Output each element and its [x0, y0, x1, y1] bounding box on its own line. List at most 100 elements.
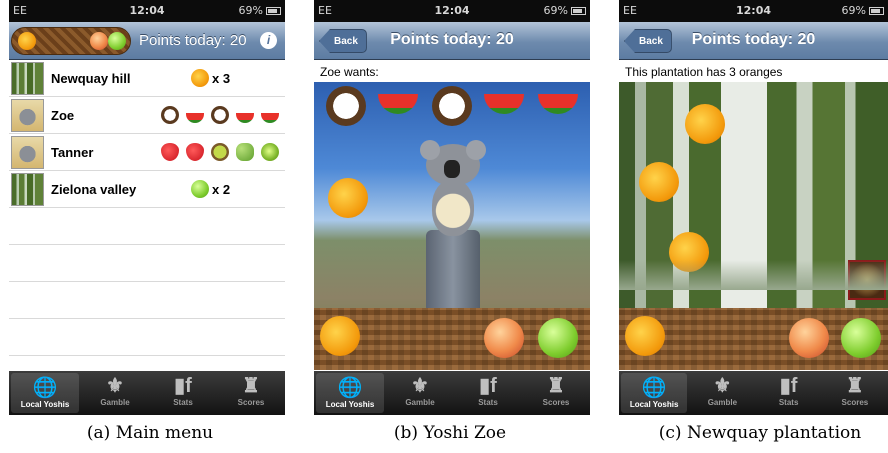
list-item[interactable]: Zoe	[9, 97, 285, 134]
fruit-count: x 3	[191, 69, 230, 87]
plantation-thumbnail	[11, 62, 44, 95]
owl-picture[interactable]	[848, 260, 886, 300]
koala-thumbnail	[11, 99, 44, 132]
caption-b: (b) Yoshi Zoe	[393, 423, 507, 443]
apple-icon[interactable]	[538, 318, 578, 358]
trophy-icon: ♜	[242, 375, 260, 397]
plantation-scene	[619, 82, 888, 370]
plantation-thumbnail	[11, 173, 44, 206]
list-item[interactable]: Tanner	[9, 134, 285, 171]
nav-bar: Points today: 20 i	[9, 22, 285, 60]
strawberry-icon	[161, 143, 179, 161]
battery-indicator: 69%	[544, 4, 586, 17]
tab-local-yoshis[interactable]: 🌐 Local Yoshis	[316, 373, 384, 413]
tab-local-yoshis[interactable]: 🌐 Local Yoshis	[11, 373, 79, 413]
wanted-fruits	[161, 143, 279, 161]
tab-gamble[interactable]: ⚜ Gamble	[81, 371, 149, 415]
battery-icon	[266, 6, 281, 15]
coconut-icon	[161, 106, 179, 124]
empty-row	[9, 245, 285, 282]
orange-icon[interactable]	[669, 232, 709, 272]
orange-icon[interactable]	[625, 316, 665, 356]
points-title: Points today: 20	[390, 31, 514, 48]
coconut-icon	[326, 86, 366, 126]
tab-scores[interactable]: ♜ Scores	[822, 371, 888, 415]
empty-row	[9, 208, 285, 245]
wanted-fruits	[161, 106, 279, 124]
orange-icon[interactable]	[639, 162, 679, 202]
fleur-de-lis-icon: ⚜	[411, 375, 429, 397]
orange-icon	[18, 32, 36, 50]
apple-icon[interactable]	[841, 318, 881, 358]
plantation-label: This plantation has 3 oranges	[625, 65, 783, 79]
nav-bar: Back Points today: 20	[619, 22, 888, 60]
melon-icon	[186, 113, 204, 123]
fruit-count: x 2	[191, 180, 230, 198]
tab-gamble[interactable]: ⚜ Gamble	[386, 371, 454, 415]
orange-icon[interactable]	[320, 316, 360, 356]
fruit-basket-icon	[11, 27, 131, 55]
fleur-de-lis-icon: ⚜	[713, 375, 732, 397]
battery-icon	[869, 6, 884, 15]
coconut-icon	[432, 86, 472, 126]
koala-character[interactable]	[420, 140, 486, 310]
tab-bar: 🌐 Local Yoshis ⚜ Gamble ▮f Stats ♜ Scores	[619, 371, 888, 415]
tab-scores[interactable]: ♜ Scores	[217, 371, 285, 415]
row-title: Tanner	[51, 145, 94, 160]
battery-indicator: 69%	[239, 4, 281, 17]
peach-icon[interactable]	[789, 318, 829, 358]
koala-thumbnail	[11, 136, 44, 169]
orange-icon[interactable]	[685, 104, 725, 144]
fruit-basket	[619, 308, 888, 370]
melon-icon	[538, 94, 578, 114]
row-title: Zielona valley	[51, 182, 137, 197]
list-item[interactable]: Newquay hill x 3	[9, 60, 285, 97]
tab-gamble[interactable]: ⚜ Gamble	[689, 371, 755, 415]
melon-icon	[261, 113, 279, 123]
coconut-icon	[211, 106, 229, 124]
orange-icon	[191, 69, 209, 87]
koala-scene	[314, 82, 590, 370]
battery-indicator: 69%	[842, 4, 884, 17]
lime-icon	[261, 143, 279, 161]
melon-icon	[236, 113, 254, 123]
melon-icon	[484, 94, 524, 114]
globe-icon: 🌐	[337, 377, 363, 399]
fruit-basket	[314, 308, 590, 370]
apple-icon	[191, 180, 209, 198]
tab-stats[interactable]: ▮f Stats	[149, 371, 217, 415]
empty-row	[9, 319, 285, 356]
trophy-icon: ♜	[547, 375, 565, 397]
tab-local-yoshis[interactable]: 🌐 Local Yoshis	[621, 373, 688, 413]
list-item[interactable]: Zielona valley x 2	[9, 171, 285, 208]
battery-percent: 69%	[238, 4, 263, 17]
tab-scores[interactable]: ♜ Scores	[522, 371, 590, 415]
fleur-de-lis-icon: ⚜	[106, 375, 124, 397]
points-title: Points today: 20	[139, 32, 247, 49]
globe-icon: 🌐	[32, 377, 58, 399]
empty-row	[9, 282, 285, 319]
battery-icon	[571, 6, 586, 15]
row-title: Newquay hill	[51, 71, 131, 86]
tab-stats[interactable]: ▮f Stats	[454, 371, 522, 415]
tab-bar: 🌐 Local Yoshis ⚜ Gamble ▮f Stats ♜ Scores	[9, 371, 285, 415]
peach-icon[interactable]	[484, 318, 524, 358]
globe-icon: 🌐	[641, 377, 667, 399]
row-title: Zoe	[51, 108, 75, 123]
points-title: Points today: 20	[691, 31, 816, 48]
nav-bar: Back Points today: 20	[314, 22, 590, 60]
caption-a: (a) Main menu	[86, 423, 214, 443]
status-bar: EE 12:04 69%	[9, 0, 285, 22]
tab-bar: 🌐 Local Yoshis ⚜ Gamble ▮f Stats ♜ Scores	[314, 371, 590, 415]
status-bar: EE 12:04 69%	[314, 0, 590, 22]
yoshi-zoe-screen: EE 12:04 69% Back Points today: 20 Zoe w…	[314, 0, 590, 415]
kiwi-icon	[211, 143, 229, 161]
strawberry-icon	[186, 143, 204, 161]
battery-percent: 69%	[841, 4, 866, 17]
stats-f-icon: ▮f	[479, 375, 497, 397]
orange-icon[interactable]	[328, 178, 368, 218]
tab-stats[interactable]: ▮f Stats	[756, 371, 822, 415]
caption-c: (c) Newquay plantation	[658, 423, 862, 443]
info-icon[interactable]: i	[260, 32, 277, 49]
trophy-icon: ♜	[845, 375, 864, 397]
